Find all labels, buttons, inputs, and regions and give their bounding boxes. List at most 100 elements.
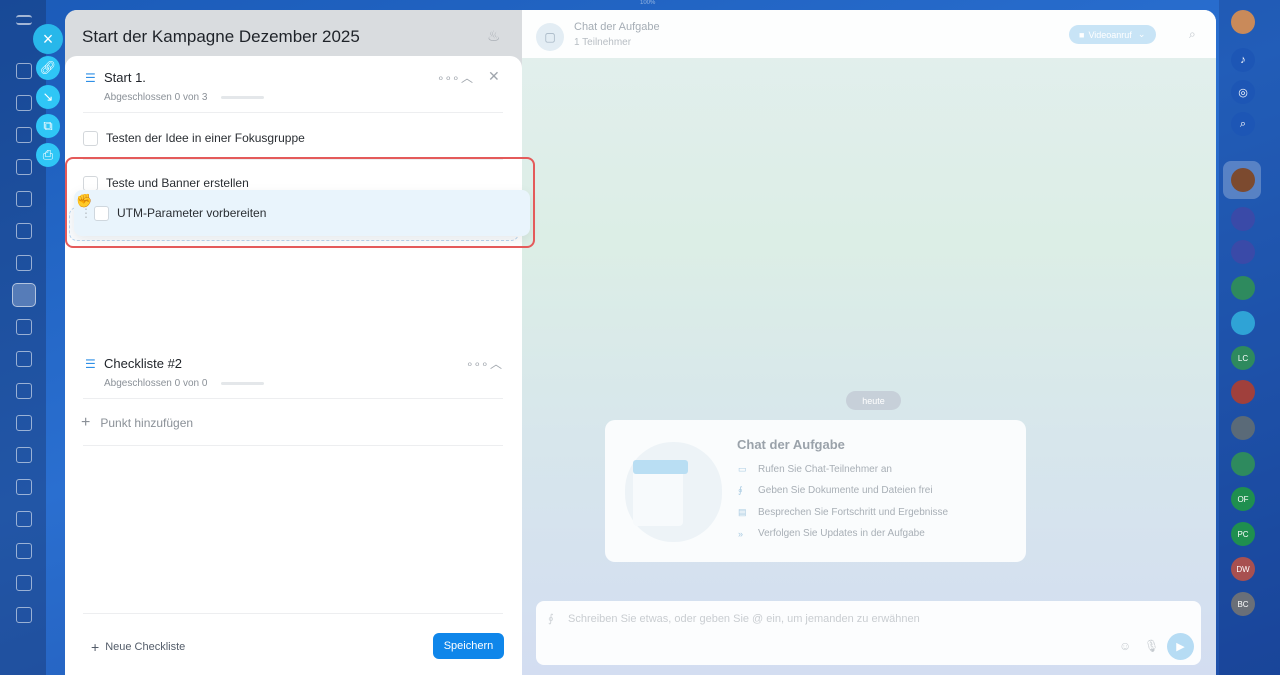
print-button[interactable]: ⎙ [36,143,60,167]
close-slider-button[interactable]: × [33,24,63,54]
welcome-row: » Verfolgen Sie Updates in der Aufgabe [738,528,925,539]
target-icon[interactable]: ◎ [1231,80,1255,104]
welcome-row: ∮ Geben Sie Dokumente und Dateien frei [738,485,933,496]
inbox-icon[interactable] [16,191,32,207]
chat-avatar[interactable] [1231,452,1255,476]
menu-icon[interactable] [16,15,32,25]
chat-avatar[interactable] [1231,416,1255,440]
message-composer[interactable]: ∮ Schreiben Sie etwas, oder geben Sie @ … [536,601,1201,665]
puzzle-icon[interactable] [16,95,32,111]
send-button[interactable]: ▶ [1167,633,1194,660]
item-label[interactable]: Testen der Idee in einer Fokusgruppe [106,131,305,145]
divider [83,445,503,446]
chevron-up-icon[interactable]: ︿ [461,69,473,86]
chat-avatar[interactable]: BC [1231,592,1255,616]
chat-bubble-icon: ▤ [738,507,747,517]
funnel-icon[interactable] [16,383,32,399]
chat-avatar[interactable] [1231,380,1255,404]
users-icon[interactable] [16,159,32,175]
right-sidebar: ♪ ◎ ⌕ LC OF PC DW BC [1219,0,1280,675]
microphone-icon[interactable]: 🎙︎ [1144,639,1159,653]
new-checklist-label: Neue Checkliste [105,641,186,653]
chat-header: ▢ Chat der Aufgabe 1 Teilnehmer ■ Videoa… [522,10,1216,58]
checklist-2-header: ☰ Checkliste #2 Abgeschlossen 0 von 0 ∘∘… [65,342,522,400]
checklist-card: ☰ Start 1. Abgeschlossen 0 von 3 ∘∘∘ ︿ ✕… [65,56,522,675]
welcome-row: ▤ Besprechen Sie Fortschritt und Ergebni… [738,507,948,518]
welcome-row-text: Geben Sie Dokumente und Dateien frei [758,485,933,496]
document-icon[interactable] [16,223,32,239]
close-icon: × [42,28,54,49]
checklist-2-progress-text: Abgeschlossen 0 von 0 [104,378,208,389]
chat-pane: ▢ Chat der Aufgabe 1 Teilnehmer ■ Videoa… [522,10,1216,675]
paperclip-icon[interactable]: ∮ [548,612,554,625]
checklist-icon: ☰ [85,357,96,371]
footer-divider [83,613,503,614]
chat-avatar[interactable]: OF [1231,487,1255,511]
chat-avatar[interactable]: LC [1231,346,1255,370]
chat-avatar[interactable]: DW [1231,557,1255,581]
checklist-2-title[interactable]: Checkliste #2 [104,356,182,371]
item-checkbox[interactable] [83,130,98,146]
checklist-1-header: ☰ Start 1. Abgeschlossen 0 von 3 ∘∘∘ ︿ ✕ [65,56,522,114]
more-icon[interactable]: ∘∘∘ [466,357,489,371]
chat-avatar[interactable]: PC [1231,522,1255,546]
chevron-down-icon: ⌄ [1137,29,1146,39]
task-slider: Start der Kampagne Dezember 2025 ♨ ☰ Sta… [65,10,1216,675]
send-icon: ▶ [1176,641,1185,653]
copy-link-button[interactable]: 🔗︎ [36,56,60,80]
chart-icon[interactable] [16,479,32,495]
top-zoom-hint: 100% [640,0,656,6]
video-call-button[interactable]: ■ Videoanruf ⌄ [1069,25,1156,44]
search-icon[interactable]: ⌕ [1189,27,1196,42]
welcome-row-text: Rufen Sie Chat-Teilnehmer an [758,464,892,475]
chat-title: Chat der Aufgabe [574,21,660,33]
checklist-1-progress-text: Abgeschlossen 0 von 3 [104,92,208,103]
search-chat-icon[interactable]: ⌕ [1231,112,1255,136]
welcome-row: ▭ Rufen Sie Chat-Teilnehmer an [738,464,892,475]
globe-icon[interactable] [16,575,32,591]
tasks-icon[interactable] [12,283,36,307]
save-button[interactable]: Speichern [433,633,504,659]
highlight-annotation [65,157,535,248]
add-item-label: Punkt hinzufügen [100,416,194,430]
checklist-item: Testen der Idee in einer Fokusgruppe [83,126,503,150]
message-input[interactable]: Schreiben Sie etwas, oder geben Sie @ ei… [568,613,920,625]
chevron-up-icon[interactable]: ︿ [490,355,502,372]
minimize-button[interactable]: ↘ [36,85,60,109]
contact-icon[interactable] [16,447,32,463]
user-avatar[interactable] [1231,10,1255,34]
chat-welcome-card: Chat der Aufgabe ▭ Rufen Sie Chat-Teilne… [605,420,1026,562]
bell-icon[interactable]: ♪ [1231,48,1255,72]
chat-avatar[interactable] [1231,276,1255,300]
add-item-button[interactable]: + Punkt hinzufügen [81,414,193,432]
chat-avatar[interactable] [1231,207,1255,231]
feed-icon[interactable] [16,127,32,143]
building-icon[interactable] [16,415,32,431]
settings-icon[interactable] [16,543,32,559]
chat-avatar[interactable] [1231,168,1255,192]
chat-icon: ▢ [536,23,564,51]
emoji-icon[interactable]: ☺ [1119,639,1131,653]
open-new-window-button[interactable]: ⧉ [36,114,60,138]
cart-icon[interactable] [16,511,32,527]
new-checklist-button[interactable]: + Neue Checkliste [91,639,185,655]
more-icon[interactable]: ∘∘∘ [437,71,460,85]
divider [83,398,503,399]
paperclip-icon: ∮ [738,485,743,495]
chat-members[interactable]: 1 Teilnehmer [574,37,631,48]
task-pane: Start der Kampagne Dezember 2025 ♨ ☰ Sta… [65,10,522,675]
close-icon[interactable]: ✕ [488,68,500,85]
calendar-icon[interactable] [16,319,32,335]
board-icon[interactable] [16,255,32,271]
flame-icon[interactable]: ♨ [487,27,503,45]
home-icon[interactable] [16,63,32,79]
checklist-icon: ☰ [85,71,96,85]
welcome-row-text: Besprechen Sie Fortschritt und Ergebniss… [758,507,949,518]
grid-icon[interactable] [16,607,32,623]
divider [83,112,503,113]
pen-icon[interactable] [16,351,32,367]
chat-avatar[interactable] [1231,240,1255,264]
camera-icon: ▭ [738,464,747,474]
checklist-1-title[interactable]: Start 1. [104,70,146,85]
chat-avatar[interactable] [1231,311,1255,335]
